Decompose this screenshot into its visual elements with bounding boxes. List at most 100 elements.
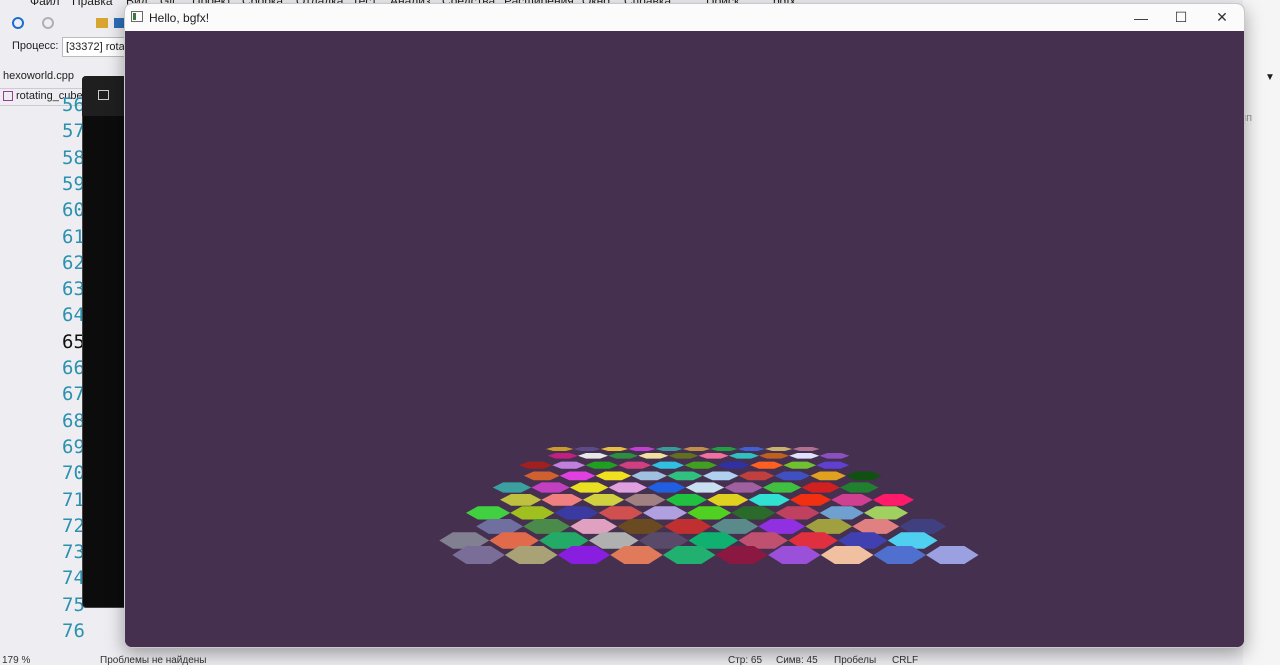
process-label: Процесс:	[12, 40, 59, 52]
hex-tile	[819, 453, 850, 459]
hex-tile	[510, 506, 555, 520]
console-titlebar	[82, 76, 126, 116]
hex-tile	[624, 494, 666, 506]
hex-tile	[816, 461, 850, 469]
hex-tile	[863, 506, 909, 520]
hex-tile	[762, 482, 802, 493]
hex-tile	[638, 453, 669, 459]
forward-icon[interactable]	[42, 17, 54, 29]
render-viewport[interactable]	[125, 31, 1244, 647]
indent-mode[interactable]: Пробелы	[834, 655, 876, 665]
hex-tile	[759, 453, 790, 459]
hex-tile	[738, 471, 775, 481]
hex-tile	[582, 494, 625, 506]
hex-tile	[846, 471, 882, 481]
hex-tile	[651, 461, 685, 469]
hex-tile	[628, 447, 656, 451]
hex-tile	[573, 447, 601, 451]
hex-tile	[667, 471, 703, 481]
hex-tile	[546, 447, 574, 451]
hex-tile	[852, 519, 900, 534]
maximize-button[interactable]: ☐	[1160, 4, 1202, 31]
hex-tile	[810, 471, 846, 481]
hex-tile	[531, 482, 570, 493]
back-icon[interactable]	[12, 17, 24, 29]
ide-right-panel: ип ▼	[1240, 0, 1280, 665]
hex-tile	[608, 482, 648, 493]
hex-tile	[840, 482, 879, 493]
hex-tile	[685, 482, 725, 493]
hex-tile	[764, 447, 793, 451]
hex-tile	[559, 471, 596, 481]
hex-tile	[899, 519, 947, 534]
hex-tile	[774, 471, 811, 481]
app-icon	[131, 11, 143, 22]
hex-tile	[523, 519, 571, 534]
hex-tile	[731, 506, 776, 520]
close-button[interactable]: ✕	[1201, 4, 1243, 31]
hex-tile	[608, 453, 639, 459]
line-endings[interactable]: CRLF	[892, 655, 918, 665]
hex-tile	[684, 461, 718, 469]
minimize-button[interactable]: —	[1120, 4, 1162, 31]
hex-tile	[711, 519, 759, 534]
console-window	[82, 76, 128, 608]
hex-tile	[554, 506, 599, 520]
window-title: Hello, bgfx!	[149, 11, 210, 25]
hex-tile	[595, 471, 632, 481]
hex-tile	[617, 519, 665, 534]
hex-tile	[492, 482, 532, 493]
line-number: 76	[62, 620, 85, 642]
hex-tile	[789, 494, 832, 506]
hex-tile	[724, 482, 763, 493]
right-dropdown-icon[interactable]: ▼	[1265, 72, 1275, 83]
hex-tile	[687, 506, 732, 520]
ide-process-bar: Процесс: [33372] rotat	[0, 37, 129, 59]
menu-item[interactable]: Файл	[30, 0, 60, 8]
ide-statusbar: 179 % Проблемы не найдены Стр: 65 Симв: …	[0, 654, 1280, 665]
hex-tile	[500, 494, 542, 506]
hex-tile	[577, 453, 609, 459]
hex-tile	[631, 471, 668, 481]
cursor-col: Симв: 45	[776, 655, 818, 665]
hex-tile	[598, 506, 643, 520]
hex-tile	[569, 482, 609, 493]
hex-tile	[831, 494, 873, 506]
hex-tile	[737, 447, 765, 451]
hex-tile	[775, 506, 820, 520]
hex-tile	[519, 461, 553, 469]
hex-tile	[668, 453, 699, 459]
folder-icon[interactable]	[96, 18, 108, 28]
hex-tile	[792, 447, 820, 451]
hex-tile	[710, 447, 738, 451]
hex-tile	[805, 519, 853, 534]
hex-tile	[789, 453, 820, 459]
hex-tile	[552, 461, 586, 469]
tab-hexoworld[interactable]: hexoworld.cpp	[3, 70, 74, 82]
hex-tile	[702, 471, 739, 481]
bgfx-window: Hello, bgfx! — ☐ ✕	[124, 3, 1245, 648]
hex-tile	[707, 494, 749, 506]
zoom-level[interactable]: 179 %	[2, 655, 30, 665]
hex-tile	[801, 482, 840, 493]
hex-tile	[547, 453, 578, 459]
window-titlebar[interactable]: Hello, bgfx! — ☐ ✕	[125, 4, 1244, 31]
hex-tile	[618, 461, 652, 469]
hex-tile	[698, 453, 729, 459]
hex-tile	[728, 453, 759, 459]
ide-toolbar	[0, 14, 124, 36]
hex-tile	[819, 506, 864, 520]
hex-tile	[783, 461, 817, 469]
problems-status[interactable]: Проблемы не найдены	[100, 655, 206, 665]
hex-tile	[600, 447, 629, 451]
menu-item[interactable]: Правка	[72, 0, 113, 8]
hex-tile	[717, 461, 751, 469]
cursor-line: Стр: 65	[728, 655, 763, 665]
process-select[interactable]: [33372] rotat	[62, 37, 129, 57]
hex-tile	[585, 461, 619, 469]
save-icon[interactable]	[114, 18, 124, 28]
hex-tile	[748, 494, 790, 506]
hex-tile	[523, 471, 560, 481]
console-icon	[98, 90, 109, 100]
hex-tile	[647, 482, 686, 493]
